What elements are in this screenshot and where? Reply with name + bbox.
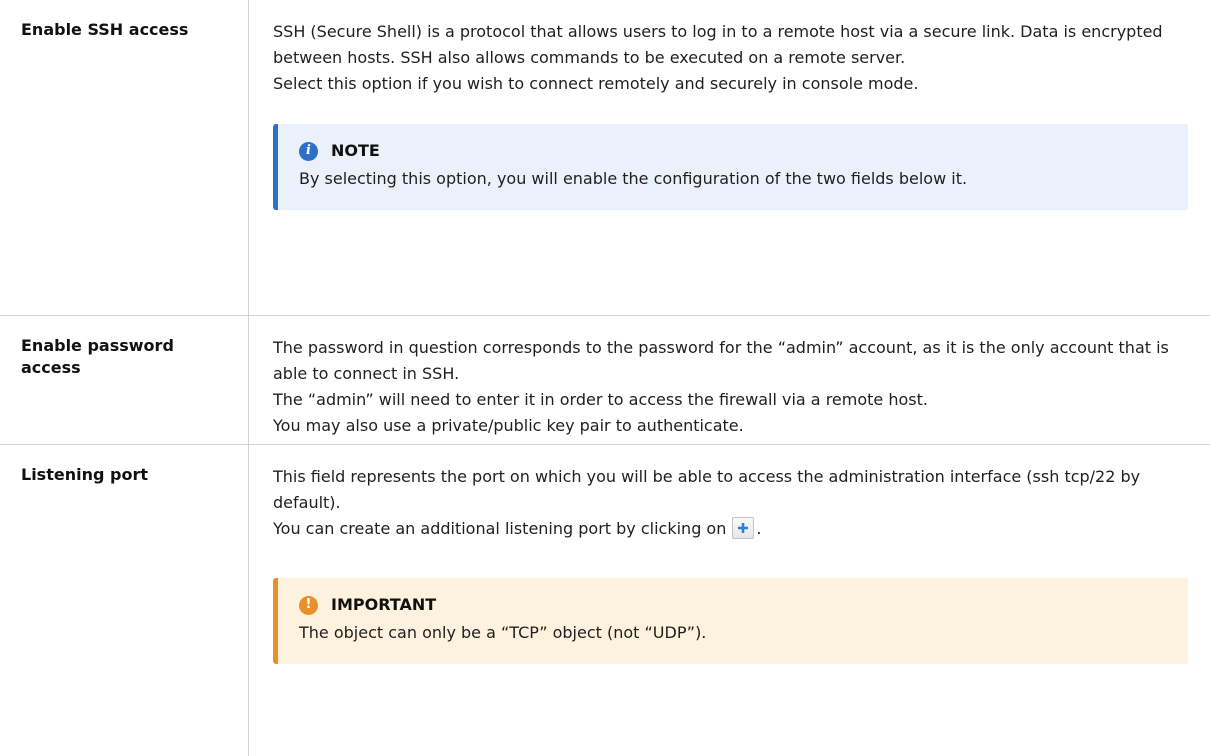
description-text: This field represents the port on which … — [273, 464, 1188, 516]
option-label-ssh: Enable SSH access — [0, 0, 248, 41]
description-text: The password in question corresponds to … — [273, 335, 1188, 387]
add-port-instruction-end: . — [756, 519, 761, 538]
option-label-password: Enable password access — [0, 316, 248, 379]
add-button[interactable] — [732, 517, 754, 539]
important-text: The object can only be a “TCP” object (n… — [299, 620, 1170, 646]
note-text: By selecting this option, you will enabl… — [299, 166, 1170, 192]
description-text: The “admin” will need to enter it in ord… — [273, 387, 1188, 413]
exclamation-icon: ! — [299, 596, 318, 615]
option-description-cell: SSH (Secure Shell) is a protocol that al… — [249, 0, 1210, 316]
options-table: Enable SSH access SSH (Secure Shell) is … — [0, 0, 1210, 756]
note-title: NOTE — [331, 140, 380, 162]
description-text: Select this option if you wish to connec… — [273, 71, 1188, 97]
important-callout: ! IMPORTANT The object can only be a “TC… — [273, 578, 1188, 664]
option-description-cell: The password in question corresponds to … — [249, 316, 1210, 445]
option-label-cell: Listening port — [0, 445, 249, 756]
option-description-cell: This field represents the port on which … — [249, 445, 1210, 756]
description-text: You may also use a private/public key pa… — [273, 413, 1188, 439]
option-label-cell: Enable password access — [0, 316, 249, 445]
description-text: SSH (Secure Shell) is a protocol that al… — [273, 19, 1188, 71]
plus-icon — [737, 522, 749, 534]
description-text: You can create an additional listening p… — [273, 516, 1188, 542]
option-label-listening-port: Listening port — [0, 445, 248, 486]
note-callout: i NOTE By selecting this option, you wil… — [273, 124, 1188, 210]
info-icon: i — [299, 142, 318, 161]
table-row: Enable SSH access SSH (Secure Shell) is … — [0, 0, 1210, 316]
table-row: Listening port This field represents the… — [0, 445, 1210, 756]
important-title: IMPORTANT — [331, 594, 436, 616]
add-port-instruction: You can create an additional listening p… — [273, 519, 726, 538]
option-label-cell: Enable SSH access — [0, 0, 249, 316]
table-row: Enable password access The password in q… — [0, 316, 1210, 445]
